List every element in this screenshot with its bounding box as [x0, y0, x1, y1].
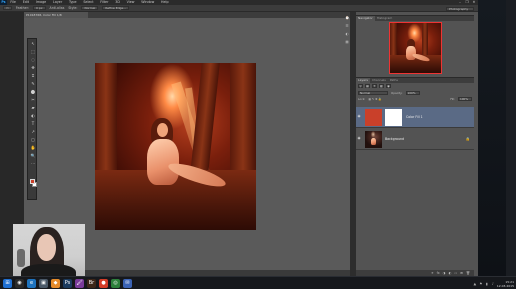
system-tray: ▲ ⚑ ▮ ♪ 15:21 12.03.2015	[473, 278, 514, 289]
marquee-tool-icon[interactable]: ⬚	[30, 49, 36, 54]
fill-input[interactable]: 100%	[458, 96, 472, 101]
tray-network-icon[interactable]: ▮	[485, 282, 489, 286]
layer-name[interactable]: Background	[385, 137, 404, 141]
taskbar: ⊞ ◉ e ▣ ◆ Ps 🖌 Br ● ◎ ✉ ▲ ⚑ ▮ ♪ 15:21 12.03.2015	[0, 276, 516, 289]
lock-icon: 🔒	[465, 137, 470, 141]
opacity-label: Opacity:	[391, 90, 403, 95]
clone-stamp-tool-icon[interactable]: ▰	[30, 105, 36, 110]
link-layers-icon[interactable]: ⚭	[431, 271, 434, 275]
brush-tool-icon[interactable]: ✂	[30, 97, 36, 102]
blend-mode-select[interactable]: Normal	[358, 90, 388, 95]
shape-tool-icon[interactable]: ▢	[30, 137, 36, 142]
webcam-overlay	[13, 224, 85, 278]
hand-tool-icon[interactable]: ✋	[30, 145, 36, 150]
opacity-input[interactable]: 100%	[405, 90, 420, 95]
feather-label: Feather:	[15, 6, 29, 10]
layer-filter-tools: ⚲ ▦ T ◧ ◉	[358, 84, 391, 88]
chrome-icon[interactable]: ◉	[15, 279, 24, 288]
clock[interactable]: 15:21 12.03.2015	[497, 280, 514, 288]
explorer-icon[interactable]: ▣	[39, 279, 48, 288]
start-button-icon[interactable]: ⊞	[3, 279, 12, 288]
ie-icon[interactable]: e	[27, 279, 36, 288]
filter-toggle-icon[interactable]: ◉	[386, 84, 391, 88]
navigator-tabs: Navigator Histogram	[356, 16, 474, 21]
antialias-checkbox[interactable]: Anti-alias	[50, 6, 65, 10]
sketch-icon[interactable]: ◆	[51, 279, 60, 288]
more-tools-icon[interactable]: ⋯	[30, 161, 36, 166]
tab-layers[interactable]: Layers	[356, 78, 370, 83]
filter-shape-icon[interactable]: ◧	[379, 84, 384, 88]
history-panel-icon[interactable]: ⌚	[345, 16, 349, 20]
layer-row-background[interactable]: ◉ Background 🔒	[356, 129, 474, 150]
style-select[interactable]: Normal	[81, 6, 99, 10]
layer-style-icon[interactable]: fx	[437, 271, 440, 275]
new-layer-icon[interactable]: ⊞	[460, 271, 463, 275]
tools-panel: ↖ ⬚ ◌ ✥ ⌗ ✎ ⬤ ✂ ▰ ◐ T ↗ ▢ ✋ 🔍 ⋯	[27, 38, 37, 200]
tool-preset-picker[interactable]: ▭	[3, 6, 12, 10]
tab-paths[interactable]: Paths	[387, 78, 400, 83]
minimize-button[interactable]: –	[458, 0, 462, 4]
visibility-eye-icon[interactable]: ◉	[357, 136, 361, 140]
bridge-icon[interactable]: Br	[87, 279, 96, 288]
layers-tabs: Layers Channels Paths	[356, 78, 474, 83]
navigator-panel: Navigator Histogram	[356, 15, 474, 77]
type-tool-icon[interactable]: T	[30, 121, 36, 126]
lock-icons[interactable]: ▦ ✎ ✥ 🔒	[368, 97, 381, 101]
green-app-icon[interactable]: ◎	[111, 279, 120, 288]
layer-name[interactable]: Color Fill 1	[406, 115, 423, 119]
tray-volume-icon[interactable]: ♪	[491, 282, 495, 286]
swatches-panel-icon[interactable]: ▦	[345, 40, 349, 44]
clock-date: 12.03.2015	[496, 283, 514, 288]
eraser-tool-icon[interactable]: ◐	[30, 113, 36, 118]
mail-icon[interactable]: ✉	[123, 279, 132, 288]
lock-row: Lock: ▦ ✎ ✥ 🔒 Fill: 100%	[358, 96, 472, 101]
zoom-tool-icon[interactable]: 🔍	[30, 153, 36, 158]
lasso-tool-icon[interactable]: ◌	[30, 57, 36, 62]
add-mask-icon[interactable]: ◑	[443, 271, 446, 275]
style-label: Style:	[68, 6, 78, 10]
new-group-icon[interactable]: ▭	[454, 271, 457, 275]
maximize-button[interactable]: ❐	[465, 0, 469, 4]
tray-flag-icon[interactable]: ⚑	[479, 282, 483, 286]
tray-up-arrow-icon[interactable]: ▲	[473, 282, 477, 286]
photoshop-icon[interactable]: Ps	[63, 279, 72, 288]
blend-row: Normal Opacity: 100%	[358, 90, 472, 95]
crop-tool-icon[interactable]: ⌗	[30, 73, 36, 78]
lock-label: Lock:	[358, 96, 366, 101]
tab-histogram[interactable]: Histogram	[374, 16, 395, 21]
filter-pixel-icon[interactable]: ▦	[365, 84, 370, 88]
workspace-select[interactable]: Photography	[446, 6, 474, 11]
fill-color-thumbnail[interactable]	[365, 109, 382, 126]
layers-panel: Layers Channels Paths ⚲ ▦ T ◧ ◉ Normal O…	[356, 77, 474, 276]
layer-row-color-fill[interactable]: ◉ Color Fill 1	[356, 107, 474, 128]
eyedropper-tool-icon[interactable]: ✎	[30, 81, 36, 86]
tab-navigator[interactable]: Navigator	[356, 16, 375, 21]
foreground-color-swatch[interactable]	[29, 179, 35, 184]
refine-edge-button[interactable]: Refine Edge...	[102, 6, 130, 10]
close-button[interactable]: ✕	[472, 0, 476, 4]
canvas-image[interactable]	[95, 63, 256, 230]
properties-panel-icon[interactable]: ☰	[345, 24, 349, 28]
background-thumbnail[interactable]	[365, 131, 382, 148]
move-tool-icon[interactable]: ↖	[30, 41, 36, 46]
feather-input[interactable]: 0 px	[32, 6, 46, 10]
healing-brush-tool-icon[interactable]: ⬤	[30, 89, 36, 94]
navigator-thumbnail[interactable]	[389, 22, 442, 74]
desktop-strip	[506, 0, 516, 276]
collapsed-panel-icons: ⌚ ☰ ◐ ▦	[344, 14, 350, 54]
path-selection-tool-icon[interactable]: ↗	[30, 129, 36, 134]
tab-channels[interactable]: Channels	[369, 78, 388, 83]
adjustments-panel-icon[interactable]: ◐	[345, 32, 349, 36]
visibility-eye-icon[interactable]: ◉	[357, 114, 361, 118]
quick-select-tool-icon[interactable]: ✥	[30, 65, 36, 70]
trash-icon[interactable]: 🗑	[466, 271, 470, 275]
layer-mask-thumbnail[interactable]	[385, 109, 402, 126]
red-app-icon[interactable]: ●	[99, 279, 108, 288]
filter-kind-icon[interactable]: ⚲	[358, 84, 363, 88]
adjustment-layer-icon[interactable]: ◐	[448, 271, 451, 275]
paint-icon[interactable]: 🖌	[75, 279, 84, 288]
filter-type-icon[interactable]: T	[372, 84, 377, 88]
options-bar: ▭ Feather: 0 px Anti-alias Style: Normal…	[0, 5, 478, 12]
fill-label: Fill:	[450, 96, 455, 101]
